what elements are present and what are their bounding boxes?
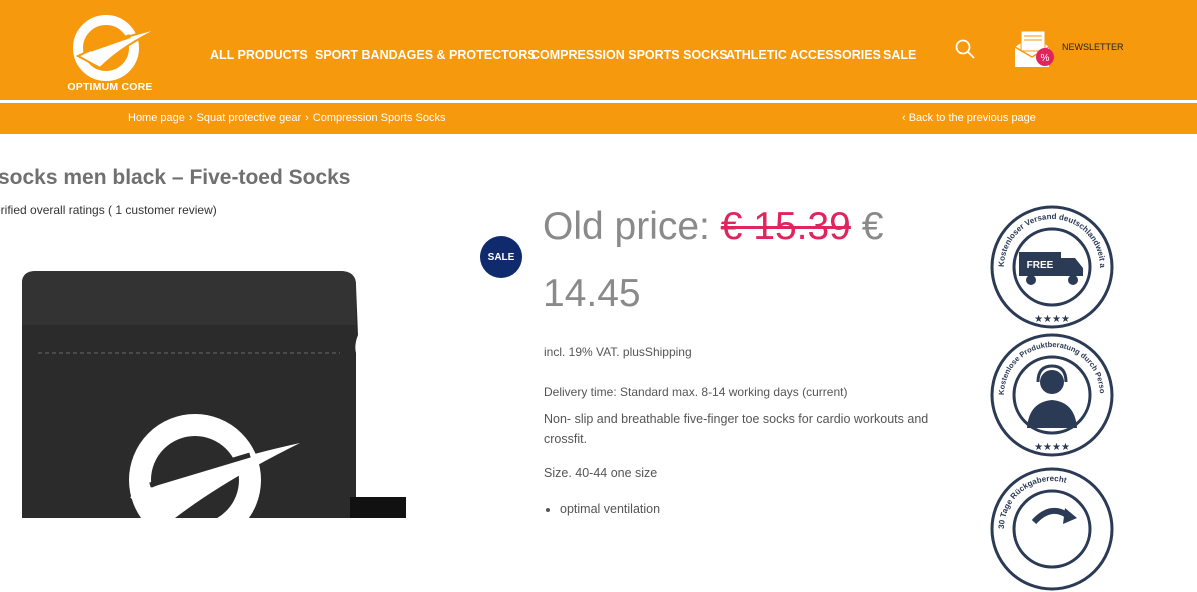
breadcrumb-current[interactable]: Compression Sports Socks	[313, 112, 446, 124]
newsletter-icon[interactable]: %	[1009, 25, 1057, 73]
back-link[interactable]: ‹ Back to the previous page	[902, 112, 1036, 124]
old-price: € 15.39	[720, 205, 851, 248]
price-line: Old price: € 15.39 €	[543, 205, 883, 249]
sale-badge: SALE	[480, 236, 522, 278]
delivery-time: Delivery time: Standard max. 8-14 workin…	[544, 385, 848, 399]
brand-name: OPTIMUM CORE	[67, 81, 153, 93]
product-advice-seal: Kostenlose Produktberatung durch Persona…	[989, 332, 1114, 457]
current-price: 14.45	[543, 272, 641, 315]
currency-symbol: €	[861, 205, 884, 248]
old-price-label: Old price:	[543, 205, 710, 248]
rating-summary[interactable]: erified overall ratings ( 1 customer rev…	[0, 203, 217, 217]
breadcrumb-home[interactable]: Home page	[128, 112, 185, 124]
breadcrumb-separator: ›	[305, 112, 309, 124]
search-icon[interactable]	[954, 38, 976, 60]
nav-item-compression-socks[interactable]: COMPRESSION SPORTS SOCKS	[531, 48, 728, 62]
return-policy-seal: 30 Tage Rückgaberecht	[990, 467, 1114, 591]
breadcrumb-squat-gear[interactable]: Squat protective gear	[197, 112, 302, 124]
product-description: Non- slip and breathable five-finger toe…	[544, 412, 929, 446]
product-title: socks men black – Five-toed Socks	[0, 166, 351, 189]
nav-item-all-products[interactable]: ALL PRODUCTS	[210, 48, 308, 62]
seal-inner-text: FREE	[1027, 260, 1054, 271]
brand-logo[interactable]: OPTIMUM CORE	[60, 10, 165, 95]
nav-item-sale[interactable]: SALE	[883, 48, 916, 62]
seal-stars: ★★★★	[1034, 442, 1070, 453]
newsletter-label[interactable]: NEWSLETTER	[1062, 42, 1124, 52]
seal-stars: ★★★★	[1034, 314, 1070, 325]
nav-item-sport-bandages[interactable]: SPORT BANDAGES & PROTECTORS	[315, 48, 536, 62]
breadcrumb-separator: ›	[188, 112, 193, 124]
feature-list: optimal ventilation	[544, 502, 660, 516]
svg-text:%: %	[1041, 53, 1050, 64]
vat-note: incl. 19% VAT. plusShipping	[544, 345, 692, 359]
logo-mark-icon	[73, 15, 161, 81]
free-shipping-seal: Kostenloser Versand deutschlandweit ab 4…	[989, 204, 1114, 329]
nav-item-athletic-accessories[interactable]: ATHLETIC ACCESSORIES	[726, 48, 881, 62]
product-image[interactable]	[0, 265, 420, 518]
list-item: optimal ventilation	[560, 502, 660, 516]
breadcrumb: Home page › Squat protective gear › Compress…	[128, 112, 445, 124]
size-info: Size. 40-44 one size	[544, 466, 658, 480]
